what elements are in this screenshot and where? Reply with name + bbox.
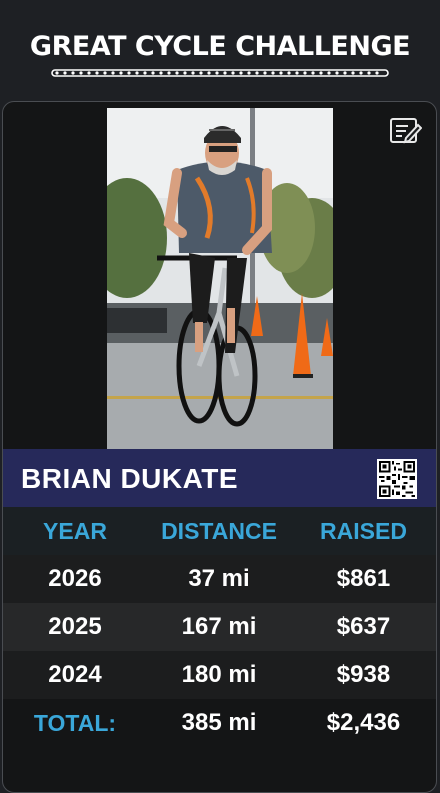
- name-bar: BRIAN DUKATE: [3, 449, 436, 507]
- participant-card: BRIAN DUKATE YEAR DISTANCE RAISED 2026 3…: [2, 101, 437, 793]
- logo-text: GREAT CYCLE CHALLENGE: [29, 31, 411, 62]
- total-distance: 385 mi: [181, 709, 257, 736]
- row-raised: $938: [336, 661, 391, 688]
- table-row: 2025 167 mi $637: [3, 603, 436, 651]
- participant-name: BRIAN DUKATE: [21, 463, 239, 494]
- row-distance: 180 mi: [181, 661, 257, 688]
- header-distance: DISTANCE: [161, 518, 277, 544]
- table-row: 2024 180 mi $938: [3, 651, 436, 699]
- total-row: TOTAL: 385 mi $2,436: [3, 699, 436, 747]
- header-year: YEAR: [43, 518, 107, 544]
- header-raised: RAISED: [320, 518, 407, 544]
- qr-code-icon[interactable]: [377, 459, 417, 499]
- row-year: 2024: [48, 661, 102, 688]
- table-row: 2026 37 mi $861: [3, 555, 436, 603]
- row-distance: 37 mi: [188, 565, 250, 592]
- row-distance: 167 mi: [181, 613, 257, 640]
- row-year: 2025: [48, 613, 102, 640]
- total-label: TOTAL:: [33, 710, 117, 736]
- rider-photo: [107, 108, 333, 449]
- row-year: 2026: [48, 565, 102, 592]
- row-raised: $637: [336, 613, 391, 640]
- row-raised: $861: [336, 565, 391, 592]
- logo: GREAT CYCLE CHALLENGE: [0, 30, 440, 82]
- total-raised: $2,436: [326, 709, 401, 736]
- chain-divider-icon: [51, 69, 389, 77]
- table-header: YEAR DISTANCE RAISED: [3, 507, 436, 555]
- edit-note-icon[interactable]: [388, 116, 422, 146]
